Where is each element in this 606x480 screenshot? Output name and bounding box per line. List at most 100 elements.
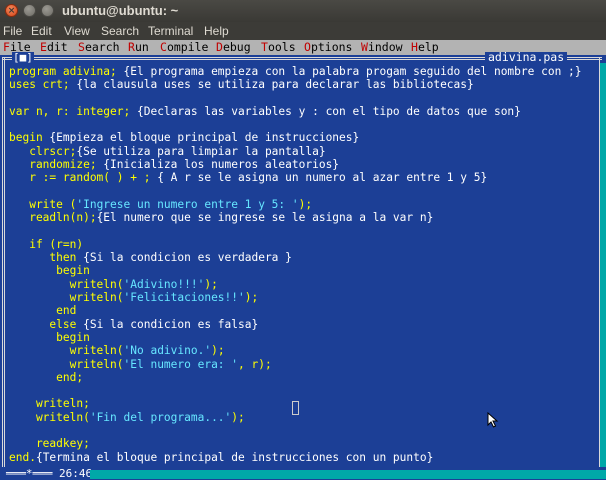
code-line[interactable]: then {Si la condicion es verdadera } (9, 251, 582, 264)
code-comment: {Termina el bloque principal de instrucc… (35, 450, 434, 464)
code-token: ); (298, 197, 313, 211)
code-line[interactable]: end; (9, 371, 582, 384)
code-token: randomize; (9, 158, 104, 172)
window-title: ubuntu@ubuntu: ~ (62, 3, 179, 18)
code-token: writeln( (9, 291, 124, 305)
code-comment: {Declaras las variables y : con el tipo … (136, 104, 521, 118)
close-window-icon[interactable]: × (5, 4, 18, 17)
mouse-pointer-icon (487, 412, 499, 428)
code-line[interactable]: write ('Ingrese un numero entre 1 y 5: '… (9, 198, 582, 211)
code-comment: { A r se le asigna un numero al azar ent… (157, 171, 488, 185)
code-line[interactable]: randomize; {Inicializa los numeros aleat… (9, 158, 582, 171)
editor-statusbar: ═══*═══ 26:46 (0, 467, 606, 480)
code-comment: {Se utiliza para limpiar la pantalla} (76, 144, 326, 158)
code-line[interactable]: begin {Empieza el bloque principal de in… (9, 131, 582, 144)
minimize-window-icon[interactable] (23, 4, 36, 17)
code-token: begin (9, 330, 90, 344)
code-line[interactable]: else {Si la condicion es falsa} (9, 318, 582, 331)
code-token: writeln( (9, 344, 124, 358)
code-token: program adivina; (9, 65, 124, 78)
code-token: ); (244, 291, 259, 305)
ide-menu-search[interactable]: Search (78, 40, 120, 55)
code-token: writeln( (9, 410, 90, 424)
cursor-position: ═══*═══ 26:46 (6, 467, 93, 480)
code-token: , r); (238, 357, 272, 371)
window-titlebar: × ubuntu@ubuntu: ~ (0, 0, 606, 22)
editor-window[interactable]: [■] adivina.pas program adivina; {El pro… (0, 51, 606, 467)
code-token: end (9, 304, 77, 318)
terminal-menu-file[interactable]: File (3, 24, 22, 38)
code-token: writeln( (9, 277, 124, 291)
code-string: 'El numero era: ' (123, 357, 239, 371)
frame-border (4, 57, 5, 467)
code-line[interactable]: begin (9, 331, 582, 344)
code-token: r := random( ) + ; (9, 171, 158, 185)
code-line[interactable]: writeln('Felicitaciones!!'); (9, 291, 582, 304)
code-line[interactable]: begin (9, 264, 582, 277)
code-line[interactable]: clrscr;{Se utiliza para limpiar la panta… (9, 145, 582, 158)
code-token: end. (9, 450, 36, 464)
code-line[interactable]: r := random( ) + ; { A r se le asigna un… (9, 171, 582, 184)
code-line[interactable]: end.{Termina el bloque principal de inst… (9, 451, 582, 464)
code-token: else (9, 317, 84, 331)
code-line[interactable]: program adivina; {El programa empieza co… (9, 65, 582, 78)
code-line[interactable] (9, 185, 582, 198)
code-line[interactable]: end (9, 304, 582, 317)
ide-menu-run[interactable]: Run (128, 40, 149, 55)
code-comment: {Empieza el bloque principal de instrucc… (49, 131, 360, 145)
terminal-menu-edit[interactable]: Edit (31, 24, 52, 38)
code-line[interactable] (9, 225, 582, 238)
code-line[interactable] (9, 384, 582, 397)
code-comment: {Si la condicion es verdadera } (83, 251, 292, 265)
terminal-menu-view[interactable]: View (64, 24, 90, 38)
code-token: var n, r: integer; (9, 104, 137, 118)
code-comment: {la clausula uses se utiliza para declar… (76, 78, 474, 92)
code-line[interactable] (9, 92, 582, 105)
editor-filename: adivina.pas (485, 51, 568, 63)
horizontal-scrollbar[interactable] (90, 470, 606, 479)
code-comment: {El numero que se ingrese se le asigna a… (96, 211, 434, 225)
code-token: if (r=n) (9, 237, 84, 251)
vertical-scrollbar[interactable] (600, 63, 606, 467)
code-token: write ( (9, 197, 77, 211)
ide-menu-edit[interactable]: Edit (40, 40, 68, 55)
code-token: end; (9, 370, 84, 384)
code-line[interactable]: if (r=n) (9, 238, 582, 251)
code-line[interactable]: uses crt; {la clausula uses se utiliza p… (9, 78, 582, 91)
editor-close-marker[interactable]: [■] (12, 52, 34, 63)
maximize-window-icon[interactable] (41, 4, 54, 17)
code-line[interactable]: var n, r: integer; {Declaras las variabl… (9, 105, 582, 118)
code-comment: {Inicializa los numeros aleatorios} (103, 158, 340, 172)
code-line[interactable]: readln(n);{El numero que se ingrese se l… (9, 211, 582, 224)
code-string: 'Fin del programa...' (89, 410, 232, 424)
ide-menu-options[interactable]: Options (304, 40, 352, 55)
code-line[interactable] (9, 118, 582, 131)
code-line[interactable]: writeln('El numero era: ', r); (9, 358, 582, 371)
code-token: then (9, 251, 84, 265)
ide-menu-window[interactable]: Window (361, 40, 403, 55)
code-comment: {El programa empieza con la palabra prog… (123, 65, 582, 78)
code-token: clrscr; (9, 144, 77, 158)
code-comment: {Si la condicion es falsa} (83, 317, 259, 331)
terminal-menu-terminal[interactable]: Terminal (148, 24, 193, 38)
code-string: 'Adivino!!!' (123, 277, 205, 291)
ide-menu-debug[interactable]: Debug (216, 40, 251, 55)
terminal-menu-help[interactable]: Help (204, 24, 229, 38)
code-string: 'Ingrese un numero entre 1 y 5: ' (76, 197, 299, 211)
code-token: begin (9, 264, 90, 278)
code-line[interactable]: readkey; (9, 437, 582, 450)
code-token: begin (9, 131, 50, 145)
ide-menu-tools[interactable]: Tools (261, 40, 296, 55)
code-token: uses crt; (9, 78, 77, 92)
code-line[interactable]: writeln('Adivino!!!'); (9, 278, 582, 291)
ide-menu-help[interactable]: Help (411, 40, 439, 55)
code-string: 'No adivino.' (123, 344, 212, 358)
code-string: 'Felicitaciones!!' (123, 291, 245, 305)
code-token: ); (231, 410, 245, 424)
terminal-menu-search[interactable]: Search (101, 24, 139, 38)
code-token: readkey; (9, 437, 90, 451)
code-token: ); (211, 344, 225, 358)
code-line[interactable]: writeln('No adivino.'); (9, 344, 582, 357)
code-token: writeln( (9, 357, 124, 371)
ide-menu-compile[interactable]: Compile (160, 40, 208, 55)
